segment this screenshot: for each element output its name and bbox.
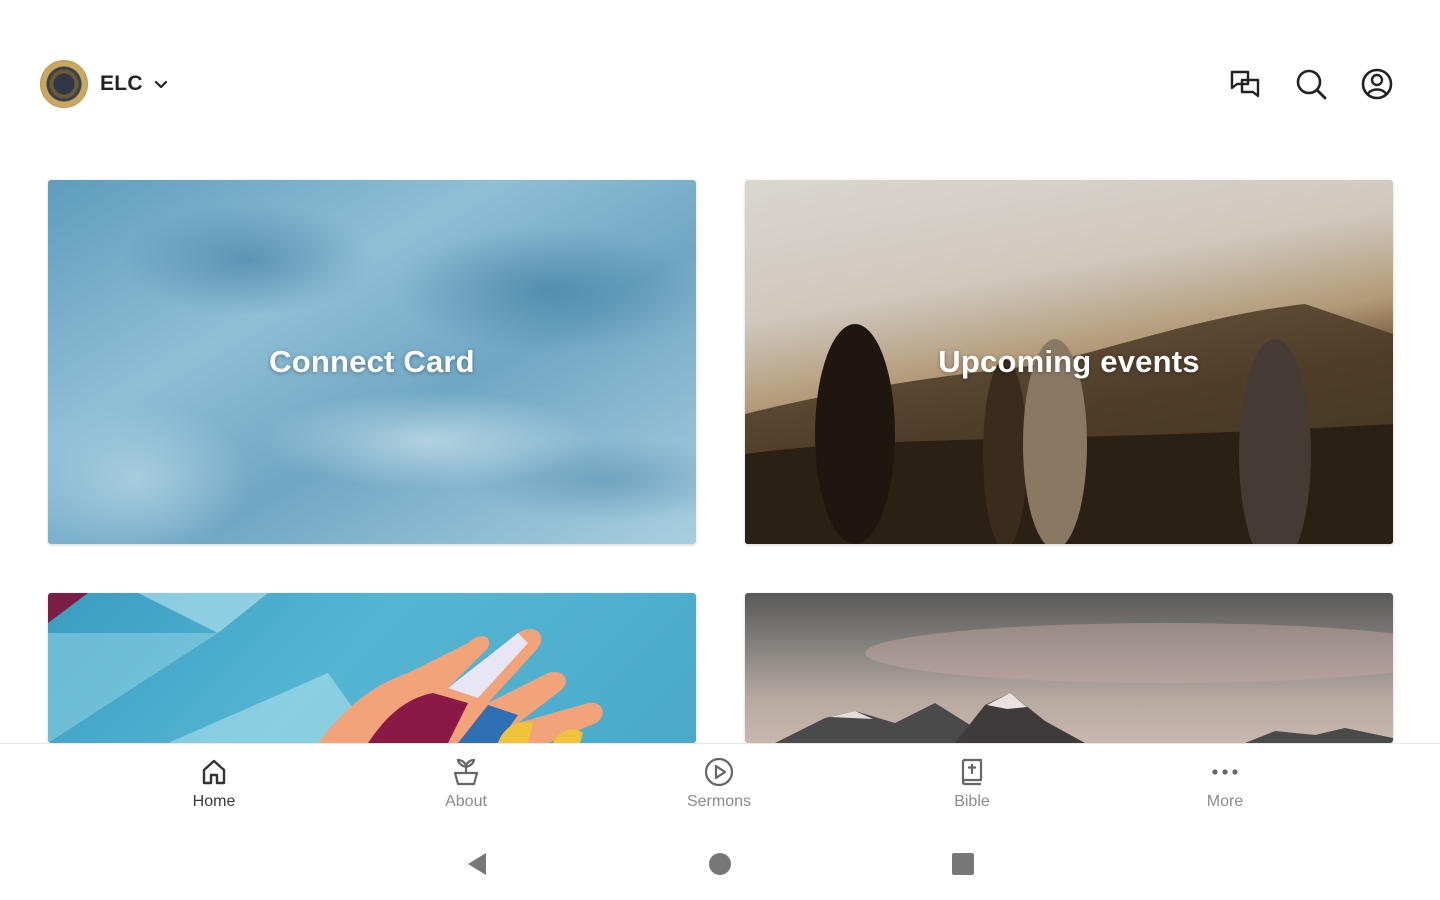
nav-bible[interactable]: Bible (912, 756, 1032, 822)
bible-icon (961, 758, 983, 786)
back-icon[interactable] (462, 849, 492, 879)
recents-icon[interactable] (948, 849, 978, 879)
church-logo (40, 60, 88, 108)
nav-label: More (1206, 793, 1244, 810)
card-title: Connect Card (269, 344, 475, 379)
chevron-down-icon (151, 74, 171, 94)
hand-illustration (48, 593, 603, 743)
card-title: Upcoming events (938, 344, 1200, 379)
featured-tile-4[interactable] (745, 593, 1393, 743)
home-icon (202, 759, 226, 785)
scenery-illustration (745, 304, 1393, 544)
nav-about[interactable]: About (406, 756, 526, 822)
play-circle-icon (704, 757, 734, 787)
mountain-illustration (775, 623, 1393, 743)
nav-label: Sermons (686, 793, 752, 810)
profile-icon[interactable] (1359, 64, 1395, 104)
nav-more[interactable]: More (1165, 756, 1285, 822)
nav-label: Bible (954, 793, 990, 810)
nav-label: Home (192, 793, 236, 810)
org-switcher[interactable]: ELC (40, 60, 171, 108)
upcoming-events-tile[interactable]: Upcoming events (745, 180, 1393, 544)
app-header: ELC (0, 0, 1440, 170)
home-circle-icon[interactable] (705, 849, 735, 879)
nav-label: About (445, 793, 487, 810)
plant-icon (453, 758, 479, 786)
system-navigation-bar (0, 827, 1440, 900)
more-dots-icon (1212, 769, 1238, 775)
connect-card-tile[interactable]: Connect Card (48, 180, 696, 544)
bottom-navigation: Home About Sermons Bible More (0, 743, 1440, 827)
nav-sermons[interactable]: Sermons (659, 756, 779, 822)
featured-tile-3[interactable] (48, 593, 696, 743)
chat-icon[interactable] (1227, 64, 1263, 104)
nav-home[interactable]: Home (154, 756, 274, 822)
org-name: ELC (100, 72, 143, 95)
search-icon[interactable] (1293, 64, 1329, 104)
